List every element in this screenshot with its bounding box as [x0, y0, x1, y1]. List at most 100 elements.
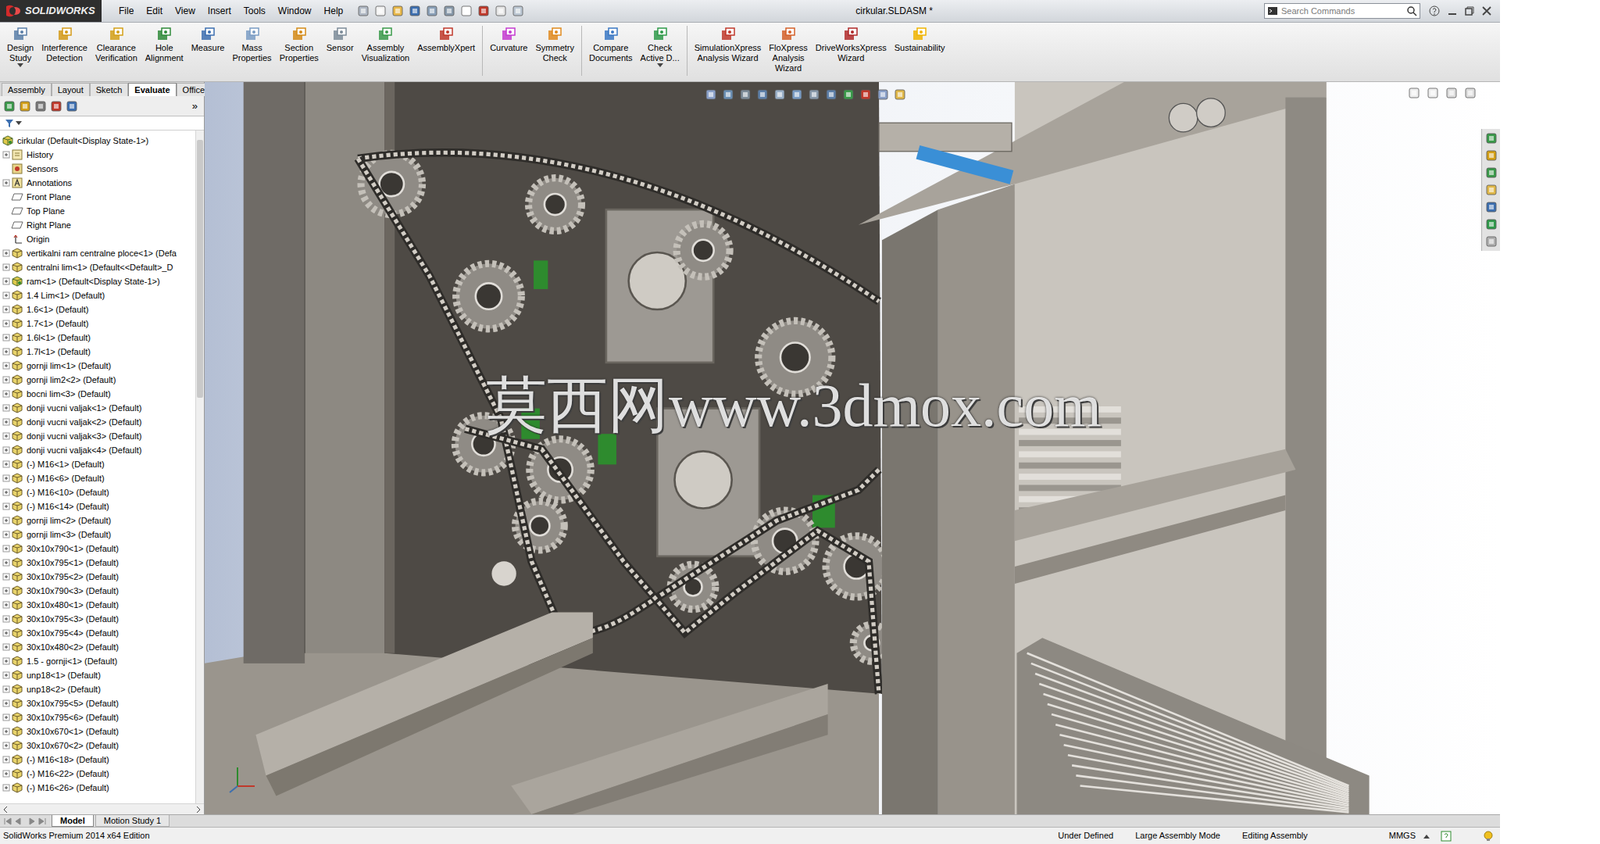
- panel-overflow[interactable]: »: [189, 98, 201, 115]
- toolbar-button[interactable]: CompareDocuments: [585, 25, 637, 64]
- task-pane-icon[interactable]: [1485, 149, 1498, 162]
- expand-icon[interactable]: [1, 782, 11, 793]
- tree-item[interactable]: 1.6l<1> (Default): [0, 330, 196, 345]
- panel-tab-icon[interactable]: [18, 100, 32, 113]
- tree-item[interactable]: donji vucni valjak<2> (Default): [0, 414, 196, 429]
- rebuild-icon[interactable]: [1482, 830, 1494, 842]
- tree-item[interactable]: 1.7<1> (Default): [0, 316, 196, 331]
- menu-item[interactable]: View: [168, 3, 202, 18]
- tree-item[interactable]: (-) M16<10> (Default): [0, 485, 196, 500]
- filter-dropdown-icon[interactable]: [15, 121, 22, 126]
- bottom-tab[interactable]: Model: [51, 814, 94, 827]
- command-tab[interactable]: Assembly: [1, 82, 52, 97]
- view-tool-icon[interactable]: [790, 88, 804, 101]
- expand-icon[interactable]: [1, 403, 11, 413]
- units[interactable]: MMGS: [1389, 828, 1416, 843]
- toolbar-button[interactable]: Sustainability: [890, 25, 950, 54]
- expand-icon[interactable]: [1, 445, 11, 455]
- menu-item[interactable]: File: [112, 3, 140, 18]
- expand-icon[interactable]: [1, 318, 11, 329]
- view-tool-icon[interactable]: [739, 88, 752, 101]
- tree-item[interactable]: 30x10x480<1> (Default): [0, 597, 196, 612]
- tree-item[interactable]: ram<1> (Default<Display State-1>): [0, 274, 196, 289]
- menu-item[interactable]: Tools: [237, 3, 272, 18]
- quick-access-icon[interactable]: [477, 4, 490, 18]
- view-tool-icon[interactable]: [825, 88, 838, 101]
- expand-icon[interactable]: [1, 642, 11, 652]
- restore-icon[interactable]: [1464, 5, 1475, 17]
- quick-access-icon[interactable]: [425, 4, 439, 18]
- tree-item[interactable]: 30x10x795<5> (Default): [0, 696, 196, 711]
- quick-access-icon[interactable]: [408, 4, 422, 18]
- help-icon[interactable]: [1428, 4, 1441, 18]
- tree-item[interactable]: Front Plane: [0, 189, 196, 204]
- tree-item[interactable]: gornji lim<1> (Default): [0, 358, 196, 373]
- expand-icon[interactable]: [1, 557, 11, 568]
- view-tool-icon[interactable]: [842, 88, 855, 101]
- expand-icon[interactable]: [1, 150, 11, 160]
- tree-item[interactable]: 30x10x795<4> (Default): [0, 625, 196, 640]
- toolbar-button[interactable]: SectionProperties: [275, 25, 323, 64]
- toolbar-button[interactable]: Sensor: [322, 25, 358, 54]
- expand-icon[interactable]: [1, 290, 11, 300]
- menu-item[interactable]: Help: [317, 3, 350, 18]
- expand-icon[interactable]: [1, 262, 11, 272]
- toolbar-button[interactable]: MassProperties: [228, 25, 275, 64]
- close-icon[interactable]: [1481, 5, 1493, 17]
- expand-icon[interactable]: [1, 698, 11, 708]
- view-tool-icon[interactable]: [756, 88, 769, 101]
- expand-icon[interactable]: [1, 515, 11, 525]
- command-tab[interactable]: Layout: [51, 82, 90, 97]
- view-tool-icon[interactable]: [704, 88, 718, 101]
- tree-item[interactable]: History: [0, 147, 196, 162]
- horizontal-scrollbar[interactable]: [0, 803, 204, 815]
- quick-access-icon[interactable]: [460, 4, 473, 18]
- toolbar-button[interactable]: Measure: [187, 25, 229, 54]
- task-pane-icon[interactable]: [1485, 235, 1498, 248]
- expand-icon[interactable]: [1, 614, 11, 624]
- tree-item[interactable]: gornji lim2<2> (Default): [0, 372, 196, 387]
- tree-item[interactable]: 30x10x795<3> (Default): [0, 611, 196, 626]
- toolbar-button[interactable]: DesignStudy: [3, 25, 38, 68]
- expand-icon[interactable]: [1, 768, 11, 779]
- expand-icon[interactable]: [1, 712, 11, 722]
- toolbar-button[interactable]: CheckActive D...: [636, 25, 684, 68]
- toolbar-button[interactable]: FloXpressAnalysisWizard: [764, 25, 812, 74]
- toolbar-button[interactable]: Curvature: [485, 25, 532, 54]
- tree-item[interactable]: 1.7l<1> (Default): [0, 344, 196, 359]
- toolbar-button[interactable]: SymmetryCheck: [531, 25, 579, 64]
- tree-item[interactable]: 30x10x790<3> (Default): [0, 583, 196, 598]
- tree-item[interactable]: donji vucni valjak<4> (Default): [0, 442, 196, 458]
- tree-item[interactable]: Sensors: [0, 161, 196, 176]
- tree-item[interactable]: Annotations: [0, 175, 196, 190]
- expand-icon[interactable]: [1, 346, 11, 357]
- viewport-control-icon[interactable]: [1464, 86, 1477, 100]
- tree-item[interactable]: unp18<1> (Default): [0, 667, 196, 683]
- task-pane-icon[interactable]: [1485, 166, 1498, 179]
- command-tab[interactable]: Sketch: [89, 82, 129, 97]
- toolbar-button[interactable]: HoleAlignment: [141, 25, 188, 64]
- viewport-control-icon[interactable]: [1407, 86, 1421, 100]
- view-tool-icon[interactable]: [721, 88, 735, 101]
- expand-icon[interactable]: [1, 459, 11, 469]
- panel-tab-icon[interactable]: [65, 100, 79, 113]
- expand-icon[interactable]: [1, 375, 11, 385]
- tree-item[interactable]: 30x10x795<2> (Default): [0, 569, 196, 584]
- tree-item[interactable]: 30x10x795<1> (Default): [0, 555, 196, 570]
- task-pane-icon[interactable]: [1485, 132, 1498, 145]
- tree-item[interactable]: Origin: [0, 232, 196, 247]
- view-tool-icon[interactable]: [859, 88, 872, 101]
- tree-item[interactable]: 30x10x480<2> (Default): [0, 639, 196, 654]
- minimize-icon[interactable]: [1446, 5, 1458, 17]
- expand-icon[interactable]: [1, 754, 11, 765]
- expand-icon[interactable]: [1, 529, 11, 540]
- search-box[interactable]: Search Commands: [1264, 3, 1421, 19]
- expand-icon[interactable]: [1, 740, 11, 750]
- toolbar-button[interactable]: InterferenceDetection: [37, 25, 92, 64]
- tree-item[interactable]: gornji lim<3> (Default): [0, 527, 196, 542]
- menu-item[interactable]: Edit: [139, 3, 169, 18]
- tree-item[interactable]: 1.5 - gornji<1> (Default): [0, 653, 196, 668]
- bottom-tab[interactable]: Motion Study 1: [95, 814, 170, 827]
- toolbar-button[interactable]: AssemblyVisualization: [357, 25, 415, 64]
- filter-icon[interactable]: [4, 118, 15, 129]
